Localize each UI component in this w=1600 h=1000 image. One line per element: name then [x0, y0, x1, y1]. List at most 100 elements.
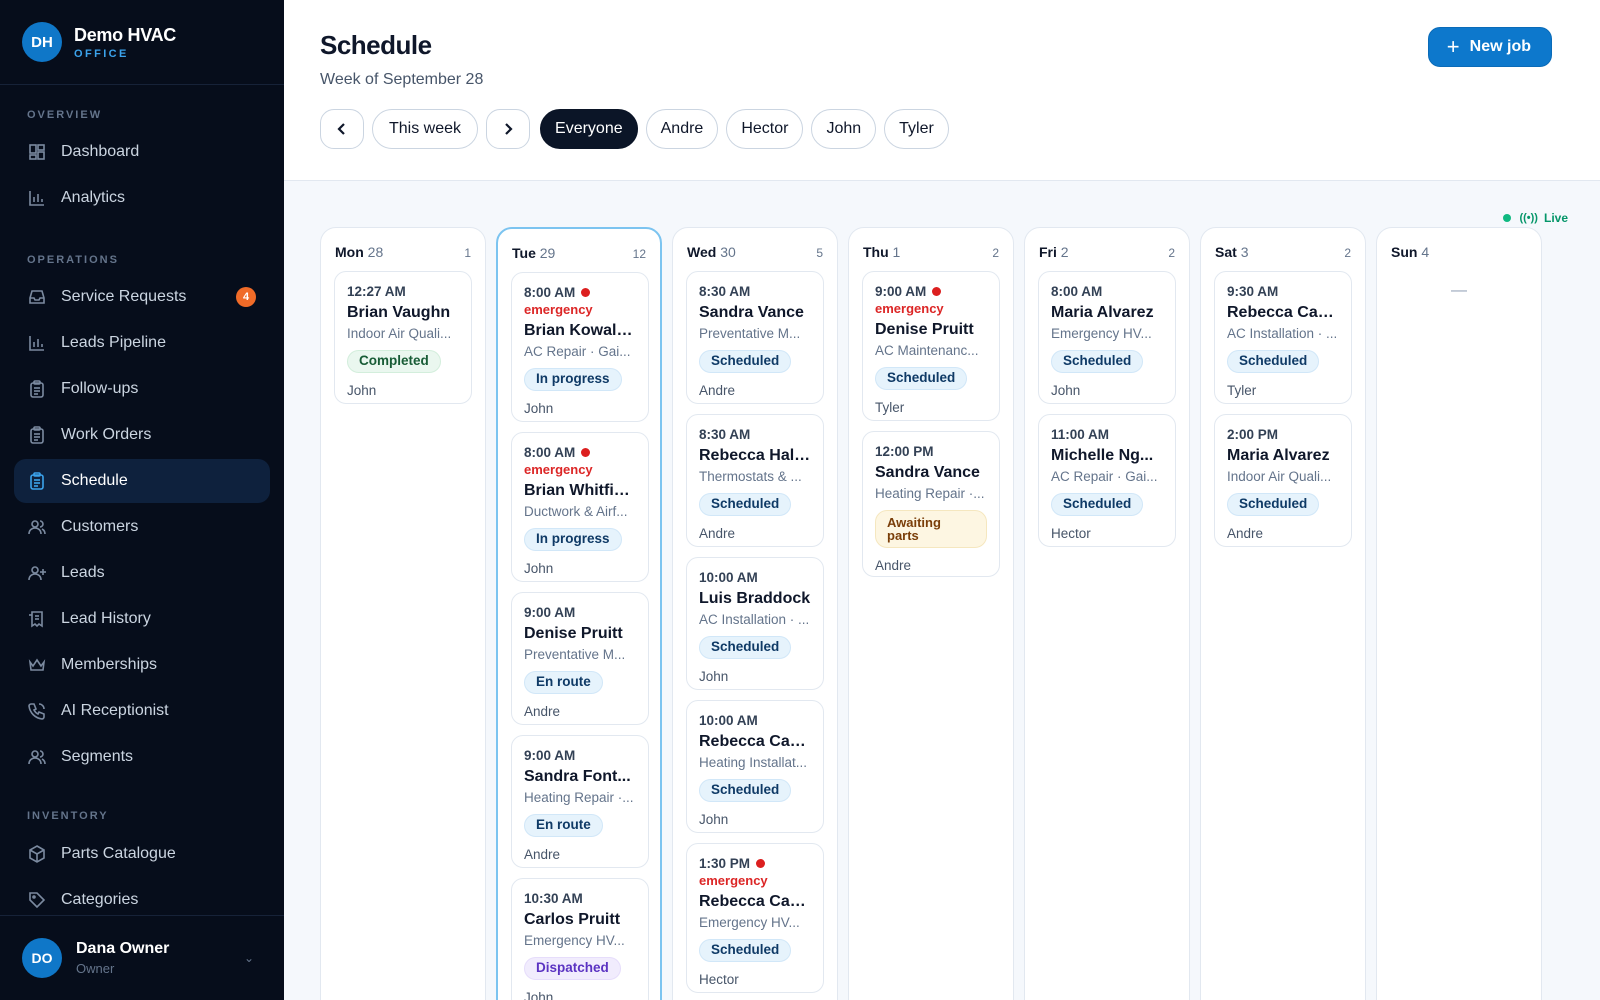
job-time-row: 10:30 AM [524, 891, 636, 906]
brand[interactable]: DH Demo HVAC OFFICE [0, 0, 284, 85]
next-week-button[interactable] [486, 109, 531, 149]
job-card[interactable]: 9:00 AM emergency Denise Pruitt AC Maintena… [862, 271, 1000, 421]
filter-andre[interactable]: Andre [645, 109, 719, 149]
job-time-row: 10:00 AM [699, 570, 811, 585]
job-time: 8:00 AM [1051, 284, 1103, 299]
job-type: Indoor Air Quali... [347, 326, 452, 341]
day-name: Thu [863, 244, 889, 260]
job-time-row: 9:30 AM [1227, 284, 1339, 299]
status-badge: Awaiting parts [875, 510, 987, 548]
job-card[interactable]: 8:30 AM Sandra Vance Preventative M... Sche… [686, 271, 824, 404]
job-card[interactable]: 9:30 AM Rebecca Cas... AC Installation · .… [1214, 271, 1352, 404]
job-type: Heating Installat... [699, 755, 808, 770]
status-badge: Completed [347, 350, 441, 373]
section-title-inventory: INVENTORY [27, 810, 109, 822]
filter-john[interactable]: John [811, 109, 877, 149]
notification-badge: 4 [236, 287, 256, 307]
plus-icon: + [1446, 34, 1460, 59]
job-time-row: 1:30 PM [699, 856, 811, 871]
live-dot [1503, 214, 1512, 222]
week-board: Mon 28 1 12:27 AM Brian Vaughn Indoor Air Qu… [320, 227, 1566, 1000]
sidebar-item-customers[interactable]: Customers [14, 505, 270, 549]
job-time-row: 12:00 PM [875, 444, 987, 459]
chevron-down-icon[interactable]: ⌄ [244, 951, 254, 965]
job-time-row: 8:00 AM [1051, 284, 1163, 299]
job-time-row: 9:00 AM [875, 284, 987, 299]
new-job-button[interactable]: + New job [1427, 27, 1552, 67]
job-time-row: 8:00 AM [524, 285, 636, 300]
customer-name: Rebecca Cas... [1227, 304, 1339, 321]
customer-name: Denise Pruitt [524, 625, 623, 642]
customer-name: Carlos Pruitt [524, 911, 621, 928]
day-column-sun: Sun 4 — [1376, 227, 1542, 1000]
page-subtitle: Week of September 28 [320, 71, 484, 88]
sidebar-item-lead-history[interactable]: Lead History [14, 597, 270, 641]
sidebar-item-follow-ups[interactable]: Follow-ups [14, 367, 270, 411]
chevron-left-icon [337, 123, 345, 135]
job-card[interactable]: 11:00 AM Michelle Ng... AC Repair · Gai...… [1038, 414, 1176, 547]
sidebar-item-segments[interactable]: Segments [14, 735, 270, 779]
sidebar-item-leads[interactable]: Leads [14, 551, 270, 595]
broadcast-icon: ((•)) [1519, 212, 1538, 224]
filter-everyone[interactable]: Everyone [540, 109, 638, 149]
sidebar-item-label: Dashboard [61, 143, 140, 160]
job-type: AC Maintenanc... [875, 343, 979, 358]
job-card[interactable]: 8:00 AM emergency Brian Whitfield Ductwork … [511, 432, 649, 582]
sidebar-item-dashboard[interactable]: Dashboard [14, 130, 270, 174]
emergency-dot-icon [581, 448, 591, 457]
tag-icon [27, 890, 47, 910]
bar-chart-icon [27, 333, 47, 353]
sidebar-item-label: Schedule [61, 472, 128, 489]
job-card[interactable]: 12:00 PM Sandra Vance Heating Repair ·... A… [862, 431, 1000, 577]
job-count: 2 [1344, 246, 1351, 260]
day-header: Wed 30 5 [687, 244, 823, 260]
clipboard-icon [27, 471, 47, 491]
job-card[interactable]: 10:00 AM Rebecca Cas... Heating Installat.… [686, 700, 824, 833]
bar-chart-icon [27, 188, 47, 208]
job-card[interactable]: 9:00 AM Denise Pruitt Preventative M... En … [511, 592, 649, 725]
job-time-row: 10:00 AM [699, 713, 811, 728]
job-time: 8:30 AM [699, 284, 751, 299]
status-badge: In progress [524, 368, 622, 391]
day-name: Fri [1039, 244, 1057, 260]
day-name: Mon [335, 244, 364, 260]
job-card[interactable]: 12:27 AM Brian Vaughn Indoor Air Quali... C… [334, 271, 472, 404]
job-card[interactable]: 8:00 AM Maria Alvarez Emergency HV... Sched… [1038, 271, 1176, 404]
sidebar-item-label: Categories [61, 891, 139, 908]
day-date: 4 [1421, 244, 1430, 260]
sidebar-item-service-requests[interactable]: Service Requests 4 [14, 275, 270, 319]
customer-name: Brian Whitfield [524, 482, 636, 499]
sidebar-item-analytics[interactable]: Analytics [14, 176, 270, 220]
sidebar-item-work-orders[interactable]: Work Orders [14, 413, 270, 457]
emergency-dot-icon [932, 287, 942, 296]
status-badge: Scheduled [875, 367, 968, 390]
filter-tyler[interactable]: Tyler [884, 109, 949, 149]
filter-hector[interactable]: Hector [726, 109, 804, 149]
day-date: 2 [1060, 244, 1069, 260]
sidebar-item-ai-receptionist[interactable]: AI Receptionist [14, 689, 270, 733]
job-card[interactable]: 8:00 AM emergency Brian Kowalski AC Repair … [511, 272, 649, 422]
job-card[interactable]: 10:30 AM Carlos Pruitt Emergency HV... Disp… [511, 878, 649, 1000]
technician-name: John [524, 400, 554, 416]
day-header: Tue 29 12 [512, 245, 646, 261]
section-title-operations: OPERATIONS [27, 254, 119, 266]
this-week-button[interactable]: This week [372, 109, 479, 149]
sidebar-item-schedule[interactable]: Schedule [14, 459, 270, 503]
emergency-dot-icon [756, 859, 766, 868]
job-count: 2 [992, 246, 999, 260]
job-count: 5 [816, 246, 823, 260]
previous-week-button[interactable] [320, 109, 364, 149]
job-card[interactable]: 8:30 AM Rebecca Hall... Thermostats & ... S… [686, 414, 824, 547]
job-card[interactable]: 1:30 PM emergency Rebecca Cas... Emergency … [686, 843, 824, 993]
technician-name: Tyler [875, 399, 905, 415]
sidebar-item-parts-catalogue[interactable]: Parts Catalogue [14, 832, 270, 876]
job-card[interactable]: 2:00 PM Maria Alvarez Indoor Air Quali... S… [1214, 414, 1352, 547]
user-menu[interactable]: DO Dana Owner Owner ⌄ [0, 915, 284, 1000]
job-card[interactable]: 10:00 AM Luis Braddock AC Installation · .… [686, 557, 824, 690]
technician-name: John [699, 811, 729, 827]
job-time: 8:00 AM [524, 445, 576, 460]
job-card[interactable]: 9:00 AM Sandra Font... Heating Repair ·...… [511, 735, 649, 868]
sidebar-item-memberships[interactable]: Memberships [14, 643, 270, 687]
sidebar-item-leads-pipeline[interactable]: Leads Pipeline [14, 321, 270, 365]
job-type: Emergency HV... [524, 933, 625, 948]
